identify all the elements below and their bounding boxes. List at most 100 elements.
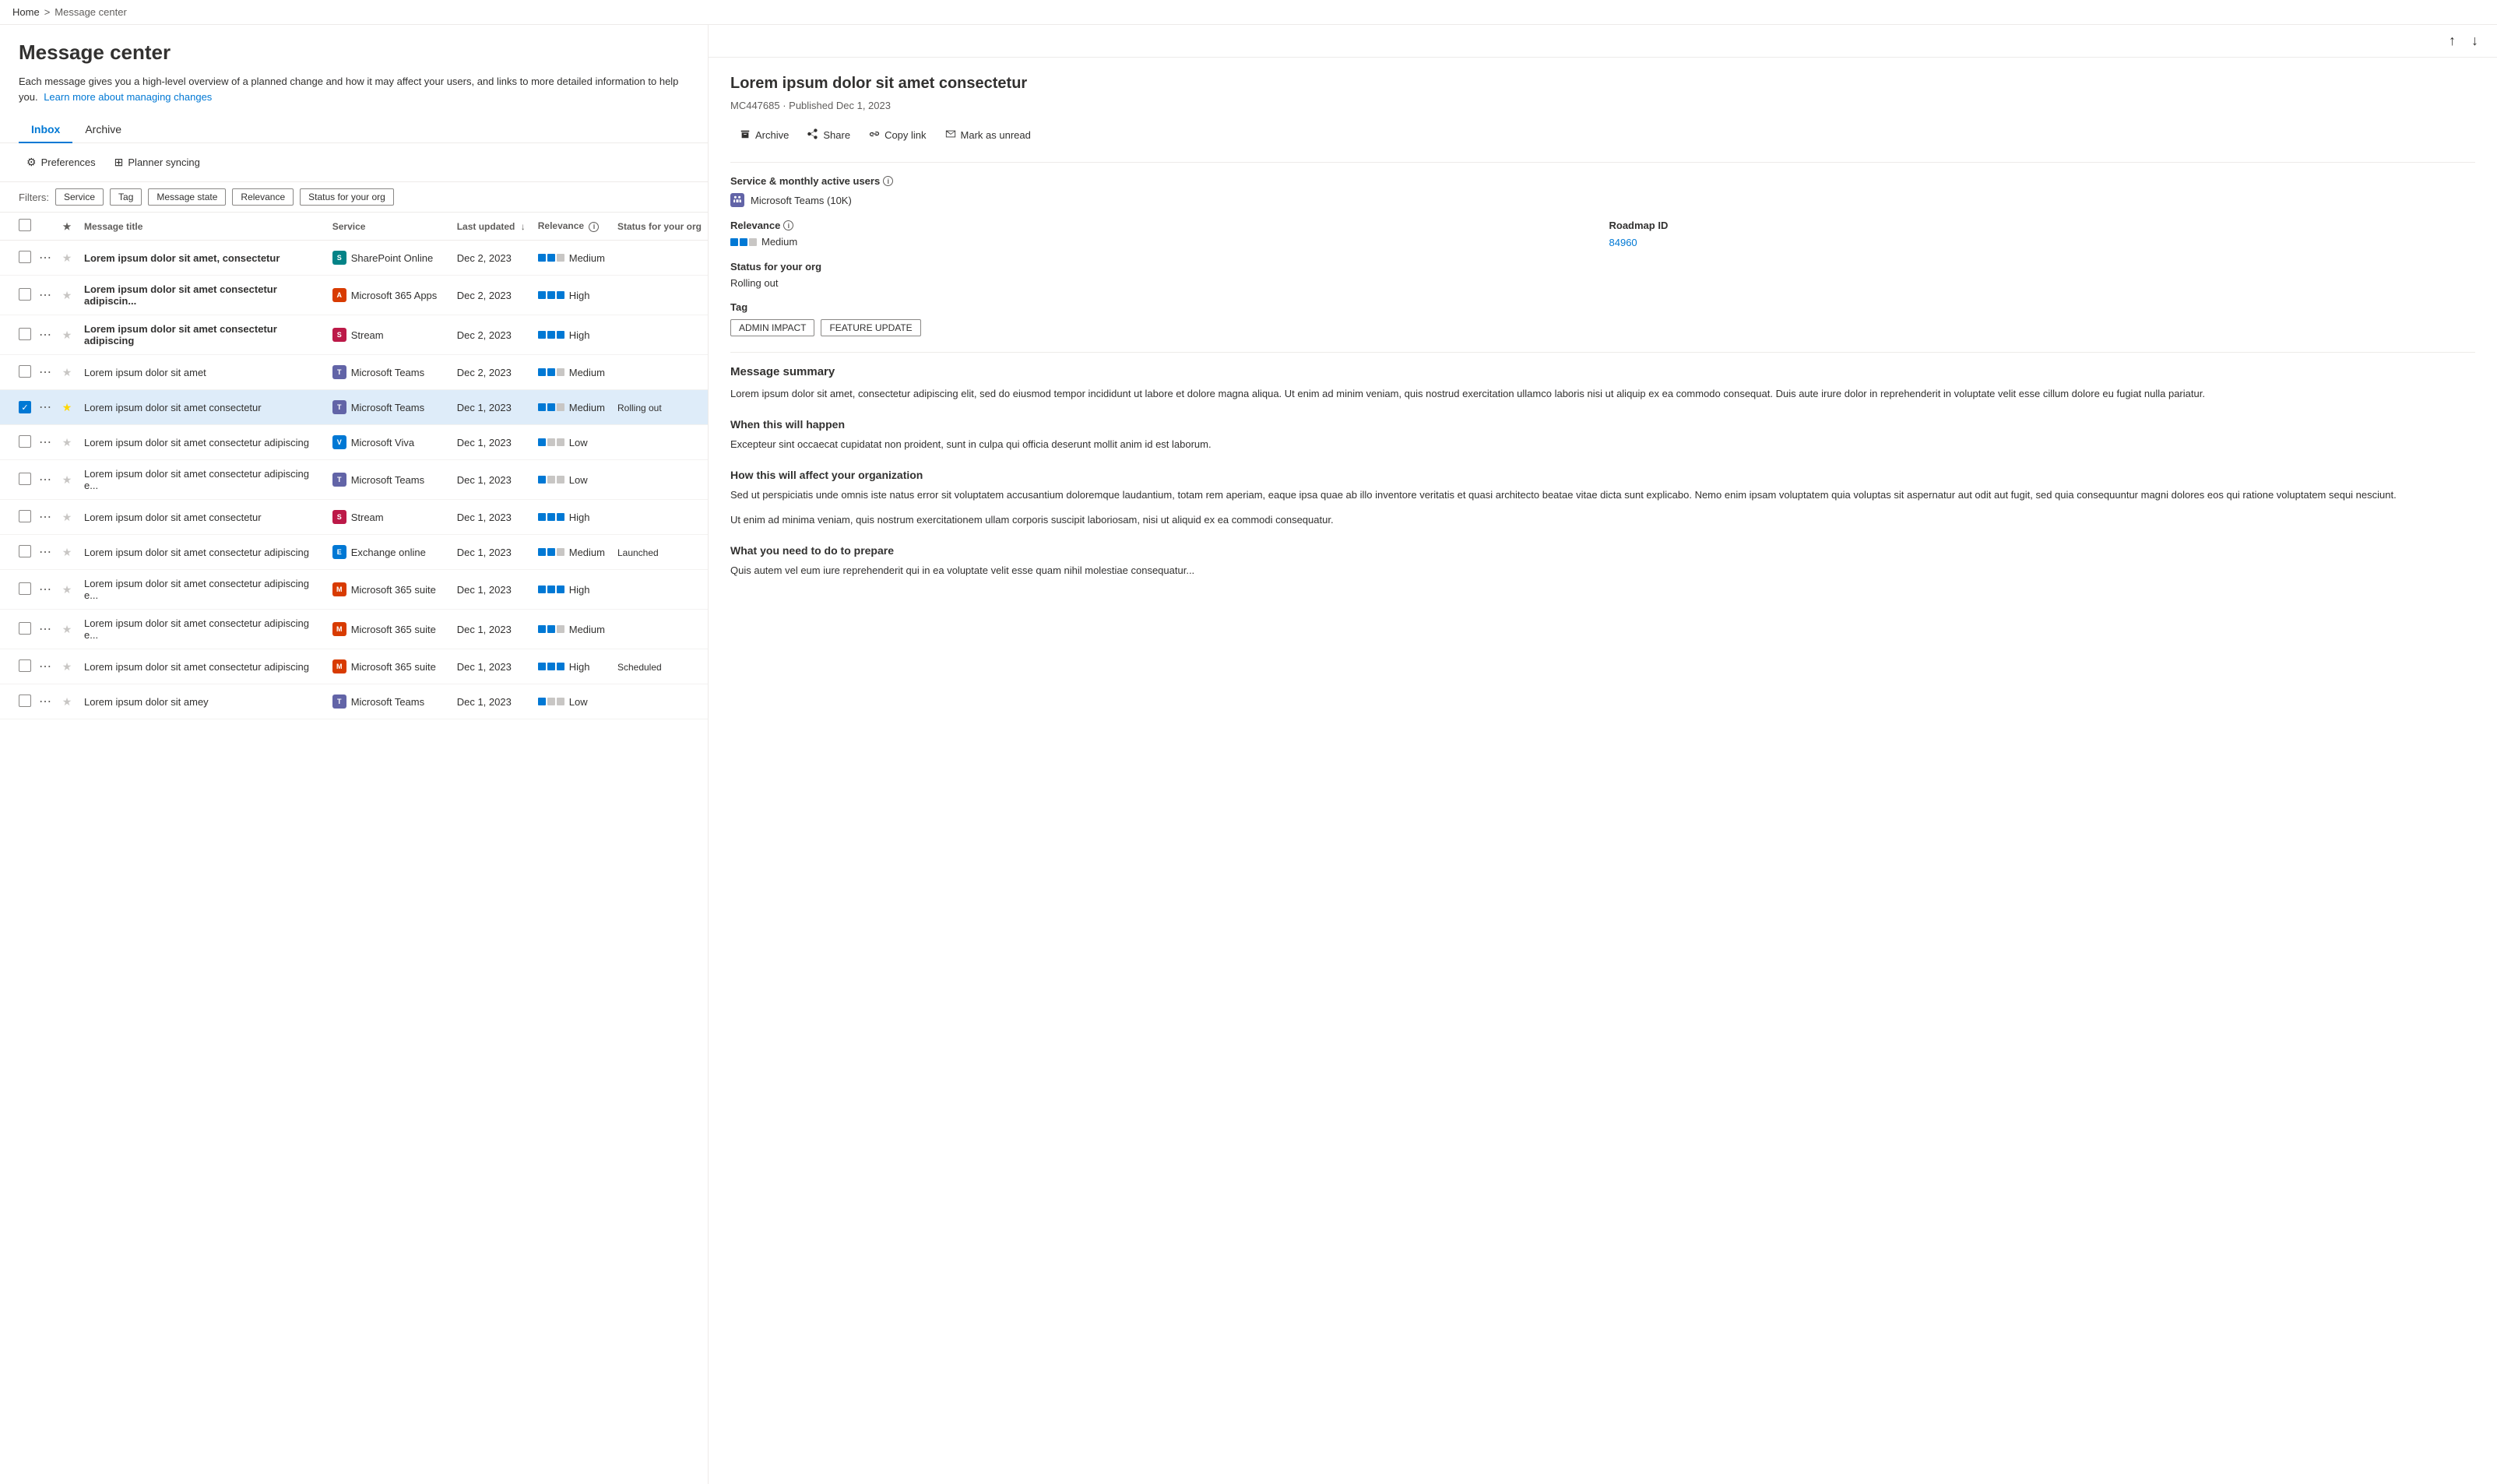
row-star-cell[interactable]: ★ (56, 425, 78, 460)
table-row[interactable]: ⋯ ★ Lorem ipsum dolor sit amet consectet… (0, 500, 708, 535)
more-options-icon[interactable]: ⋯ (37, 286, 53, 304)
more-options-icon[interactable]: ⋯ (37, 398, 53, 417)
star-icon[interactable]: ★ (62, 436, 72, 448)
tab-archive[interactable]: Archive (72, 117, 134, 143)
row-checkbox[interactable] (19, 695, 31, 707)
row-checkbox-cell[interactable] (0, 535, 34, 570)
row-checkbox-cell[interactable] (0, 684, 34, 719)
row-title-cell[interactable]: Lorem ipsum dolor sit amet (78, 355, 326, 390)
row-checkbox[interactable] (19, 435, 31, 448)
row-title-cell[interactable]: Lorem ipsum dolor sit amet consectetur (78, 500, 326, 535)
row-star-cell[interactable]: ★ (56, 570, 78, 610)
table-row[interactable]: ⋯ ★ Lorem ipsum dolor sit amet consectet… (0, 535, 708, 570)
star-icon[interactable]: ★ (62, 695, 72, 708)
row-checkbox[interactable] (19, 510, 31, 522)
more-options-icon[interactable]: ⋯ (37, 363, 53, 382)
preferences-button[interactable]: ⚙ Preferences (19, 151, 104, 174)
relevance-info-icon[interactable]: i (589, 222, 599, 232)
more-options-icon[interactable]: ⋯ (37, 433, 53, 452)
row-title-cell[interactable]: Lorem ipsum dolor sit amet consectetur a… (78, 535, 326, 570)
row-checkbox-cell[interactable] (0, 355, 34, 390)
more-options-icon[interactable]: ⋯ (37, 543, 53, 561)
row-star-cell[interactable]: ★ (56, 649, 78, 684)
table-row[interactable]: ⋯ ★ Lorem ipsum dolor sit amet consectet… (0, 315, 708, 355)
row-dots-cell[interactable]: ⋯ (34, 684, 56, 719)
more-options-icon[interactable]: ⋯ (37, 470, 53, 489)
row-star-cell[interactable]: ★ (56, 315, 78, 355)
star-icon[interactable]: ★ (62, 583, 72, 596)
breadcrumb-home[interactable]: Home (12, 6, 40, 18)
tag-feature-update[interactable]: FEATURE UPDATE (821, 319, 920, 336)
planner-syncing-button[interactable]: ⊞ Planner syncing (107, 151, 208, 174)
service-info-icon[interactable]: i (883, 176, 893, 186)
row-dots-cell[interactable]: ⋯ (34, 425, 56, 460)
row-dots-cell[interactable]: ⋯ (34, 535, 56, 570)
row-checkbox[interactable] (19, 328, 31, 340)
table-row[interactable]: ✓ ⋯ ★ Lorem ipsum dolor sit amet consect… (0, 390, 708, 425)
learn-more-link[interactable]: Learn more about managing changes (44, 91, 212, 103)
row-checkbox[interactable] (19, 622, 31, 635)
table-row[interactable]: ⋯ ★ Lorem ipsum dolor sit amet consectet… (0, 460, 708, 500)
row-star-cell[interactable]: ★ (56, 684, 78, 719)
filter-message-state[interactable]: Message state (148, 188, 226, 206)
table-row[interactable]: ⋯ ★ Lorem ipsum dolor sit amet, consecte… (0, 241, 708, 276)
row-checkbox-cell[interactable] (0, 315, 34, 355)
row-checkbox-cell[interactable] (0, 610, 34, 649)
row-star-cell[interactable]: ★ (56, 535, 78, 570)
star-icon[interactable]: ★ (62, 251, 72, 264)
star-icon[interactable]: ★ (62, 473, 72, 486)
row-checkbox-cell[interactable] (0, 276, 34, 315)
row-title-cell[interactable]: Lorem ipsum dolor sit amet consectetur a… (78, 425, 326, 460)
col-last-updated[interactable]: Last updated ↓ (451, 213, 532, 241)
row-title-cell[interactable]: Lorem ipsum dolor sit amet consectetur a… (78, 315, 326, 355)
col-checkbox[interactable] (0, 213, 34, 241)
select-all-checkbox[interactable] (19, 219, 31, 231)
copy-link-button[interactable]: Copy link (860, 124, 935, 146)
star-icon[interactable]: ★ (62, 623, 72, 635)
more-options-icon[interactable]: ⋯ (37, 248, 53, 267)
row-title-cell[interactable]: Lorem ipsum dolor sit amet consectetur (78, 390, 326, 425)
more-options-icon[interactable]: ⋯ (37, 508, 53, 526)
row-title-cell[interactable]: Lorem ipsum dolor sit amet, consectetur (78, 241, 326, 276)
row-dots-cell[interactable]: ⋯ (34, 570, 56, 610)
row-title-cell[interactable]: Lorem ipsum dolor sit amet consectetur a… (78, 570, 326, 610)
row-dots-cell[interactable]: ⋯ (34, 500, 56, 535)
star-icon[interactable]: ★ (62, 366, 72, 378)
row-star-cell[interactable]: ★ (56, 355, 78, 390)
archive-button[interactable]: Archive (730, 124, 798, 146)
filter-status[interactable]: Status for your org (300, 188, 394, 206)
star-icon[interactable]: ★ (62, 660, 72, 673)
star-icon[interactable]: ★ (62, 329, 72, 341)
row-dots-cell[interactable]: ⋯ (34, 649, 56, 684)
table-row[interactable]: ⋯ ★ Lorem ipsum dolor sit amey T Microso… (0, 684, 708, 719)
row-star-cell[interactable]: ★ (56, 390, 78, 425)
row-checkbox[interactable] (19, 473, 31, 485)
row-title-cell[interactable]: Lorem ipsum dolor sit amet consectetur a… (78, 649, 326, 684)
row-checkbox[interactable]: ✓ (19, 401, 31, 413)
row-star-cell[interactable]: ★ (56, 460, 78, 500)
roadmap-id-link[interactable]: 84960 (1609, 237, 1637, 248)
table-row[interactable]: ⋯ ★ Lorem ipsum dolor sit amet consectet… (0, 649, 708, 684)
more-options-icon[interactable]: ⋯ (37, 657, 53, 676)
row-checkbox-cell[interactable] (0, 570, 34, 610)
mark-unread-button[interactable]: Mark as unread (936, 124, 1040, 146)
filter-relevance[interactable]: Relevance (232, 188, 294, 206)
row-title-cell[interactable]: Lorem ipsum dolor sit amet consectetur a… (78, 610, 326, 649)
row-star-cell[interactable]: ★ (56, 241, 78, 276)
star-icon[interactable]: ★ (62, 546, 72, 558)
star-icon[interactable]: ★ (62, 289, 72, 301)
row-checkbox-cell[interactable] (0, 425, 34, 460)
table-row[interactable]: ⋯ ★ Lorem ipsum dolor sit amet consectet… (0, 425, 708, 460)
relevance-section-info-icon[interactable]: i (783, 220, 793, 230)
more-options-icon[interactable]: ⋯ (37, 325, 53, 344)
more-options-icon[interactable]: ⋯ (37, 580, 53, 599)
row-checkbox-cell[interactable]: ✓ (0, 390, 34, 425)
tab-inbox[interactable]: Inbox (19, 117, 72, 143)
filter-service[interactable]: Service (55, 188, 104, 206)
row-star-cell[interactable]: ★ (56, 500, 78, 535)
row-dots-cell[interactable]: ⋯ (34, 610, 56, 649)
filter-tag[interactable]: Tag (110, 188, 142, 206)
table-row[interactable]: ⋯ ★ Lorem ipsum dolor sit amet consectet… (0, 610, 708, 649)
row-star-cell[interactable]: ★ (56, 610, 78, 649)
next-message-button[interactable]: ↓ (2465, 30, 2485, 52)
